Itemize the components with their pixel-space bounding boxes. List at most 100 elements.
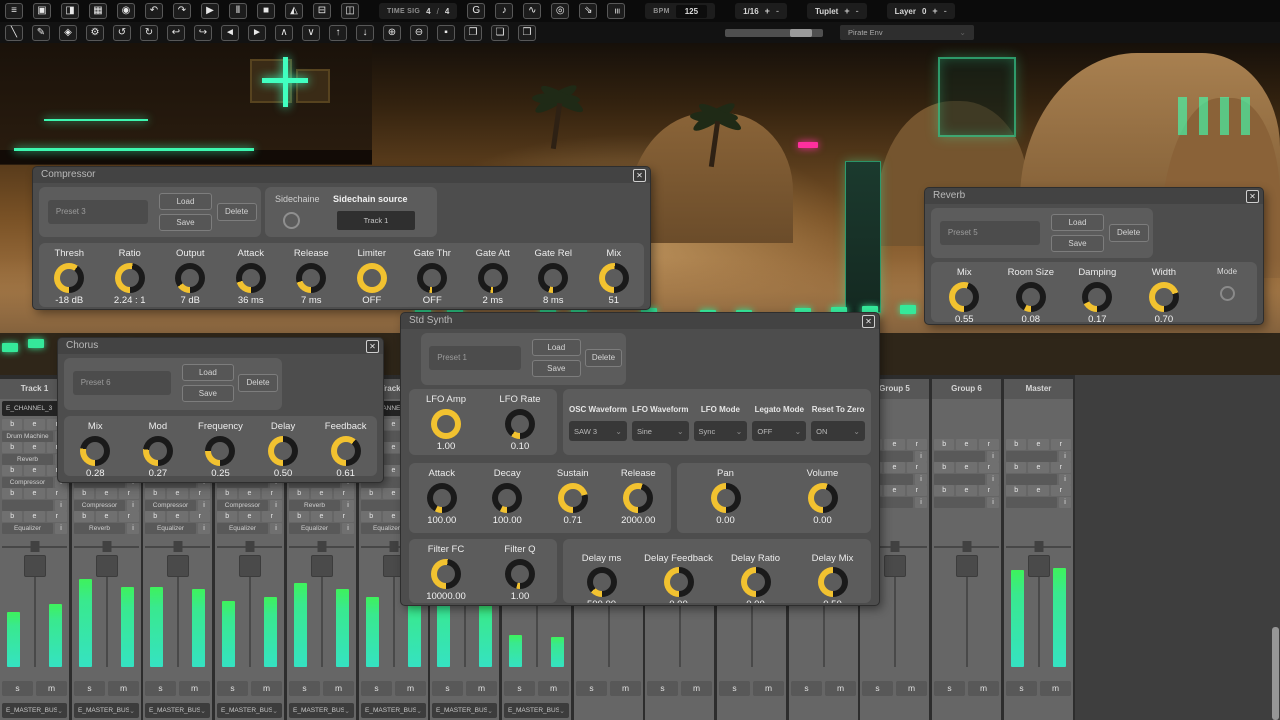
plugin-bypass-button[interactable]: b <box>2 465 23 476</box>
sidechain-toggle[interactable] <box>283 212 300 229</box>
plugin-bypass-button[interactable]: b <box>145 511 166 522</box>
plugin-remove-button[interactable]: r <box>978 439 999 450</box>
plugin-remove-button[interactable]: r <box>46 511 67 522</box>
pan-handle[interactable] <box>962 541 971 552</box>
pan-slider[interactable] <box>217 541 282 552</box>
plugin-bypass-button[interactable]: b <box>145 488 166 499</box>
tuplet-control[interactable]: Tuplet + - <box>806 3 867 19</box>
knob-dial[interactable] <box>80 436 111 466</box>
knob-dial[interactable] <box>426 483 457 513</box>
timeline-slider-thumb[interactable] <box>789 28 812 37</box>
delete-button[interactable]: Delete <box>216 203 257 221</box>
knob-dial[interactable] <box>54 263 85 293</box>
refresh-cw-button[interactable]: ↻ <box>140 24 158 41</box>
pan-slider[interactable] <box>145 541 210 552</box>
plugin-remove-button[interactable]: r <box>118 511 139 522</box>
plugin-info-button[interactable]: i <box>198 523 210 534</box>
split-vertical-button[interactable]: ◫ <box>341 3 359 19</box>
plugin-info-button[interactable]: i <box>1059 474 1071 485</box>
plugin-edit-button[interactable]: e <box>956 439 977 450</box>
plugin-bypass-button[interactable]: b <box>289 511 310 522</box>
load-button[interactable]: Load <box>181 364 235 381</box>
plugin-info-button[interactable]: i <box>342 523 354 534</box>
output-bus-dropdown[interactable]: E_MASTER_BUS ⌄ <box>2 703 67 718</box>
mute-button[interactable]: m <box>538 681 569 696</box>
layer-increase-button[interactable]: + <box>932 6 937 16</box>
plugin-edit-button[interactable]: e <box>24 419 45 430</box>
fader-handle[interactable] <box>95 555 118 577</box>
output-bus-dropdown[interactable]: E_MASTER_BUS ⌄ <box>74 703 139 718</box>
knob-dial[interactable] <box>1082 282 1113 312</box>
environment-selector[interactable]: Pirate Env ⌄ <box>840 25 974 40</box>
eraser-button[interactable]: ◈ <box>59 24 77 41</box>
fader-handle[interactable] <box>1027 555 1050 577</box>
plugin-edit-button[interactable]: e <box>1028 462 1049 473</box>
plugin-remove-button[interactable]: r <box>333 488 354 499</box>
plugin-edit-button[interactable]: e <box>24 511 45 522</box>
plugin-edit-button[interactable]: e <box>1028 485 1049 496</box>
plugin-info-button[interactable]: i <box>270 523 282 534</box>
move-down-button[interactable]: ↓ <box>356 24 374 41</box>
timeline-slider[interactable] <box>725 28 823 37</box>
mute-button[interactable]: m <box>466 681 497 696</box>
knob-dial[interactable] <box>538 263 569 293</box>
plugin-edit-button[interactable]: e <box>884 439 905 450</box>
vertical-scrollbar[interactable] <box>1272 627 1279 720</box>
plugin-bypass-button[interactable]: b <box>2 442 23 453</box>
plugin-info-button[interactable]: i <box>987 497 999 508</box>
plugin-bypass-button[interactable]: b <box>217 511 238 522</box>
nav-left-button[interactable]: ◄ <box>221 24 239 41</box>
fader-handle[interactable] <box>238 555 261 577</box>
plugin-bypass-button[interactable]: b <box>361 511 382 522</box>
play-button[interactable]: ▶ <box>201 3 219 19</box>
plugin-remove-button[interactable]: r <box>978 485 999 496</box>
knob-dial[interactable] <box>710 483 741 513</box>
division-decrease-button[interactable]: - <box>776 6 779 16</box>
knob-dial[interactable] <box>477 263 508 293</box>
plugin-edit-button[interactable]: e <box>96 511 117 522</box>
knob-dial[interactable] <box>356 263 387 293</box>
window-titlebar[interactable]: Compressor ✕ <box>33 167 650 183</box>
mute-button[interactable]: m <box>1040 681 1071 696</box>
knob-dial[interactable] <box>598 263 629 293</box>
window-titlebar[interactable]: Std Synth ✕ <box>401 313 879 329</box>
plugin-info-button[interactable]: i <box>127 500 139 511</box>
solo-button[interactable]: s <box>217 681 248 696</box>
mute-button[interactable]: m <box>36 681 67 696</box>
pan-handle[interactable] <box>173 541 182 552</box>
split-horizontal-button[interactable]: ⊟ <box>313 3 331 19</box>
plugin-info-button[interactable]: i <box>342 500 354 511</box>
nav-up-button[interactable]: ∧ <box>275 24 293 41</box>
plugin-bypass-button[interactable]: b <box>361 488 382 499</box>
menu-button[interactable]: ≡ <box>5 3 23 19</box>
mute-button[interactable]: m <box>323 681 354 696</box>
solo-button[interactable]: s <box>432 681 463 696</box>
division-control[interactable]: 1/16 + - <box>735 3 787 19</box>
output-bus-dropdown[interactable]: E_MASTER_BUS ⌄ <box>289 703 354 718</box>
mute-button[interactable]: m <box>825 681 856 696</box>
plugin-remove-button[interactable]: r <box>46 488 67 499</box>
preset-name-field[interactable]: Preset 5 <box>939 221 1040 245</box>
solo-button[interactable]: s <box>934 681 965 696</box>
paste-button[interactable]: ❏ <box>491 24 509 41</box>
solo-button[interactable]: s <box>2 681 33 696</box>
metronome-button[interactable]: ◭ <box>285 3 303 19</box>
plugin-remove-button[interactable]: r <box>906 462 927 473</box>
preset-name-field[interactable]: Preset 3 <box>47 200 148 224</box>
grid-button[interactable]: ▦ <box>89 3 107 19</box>
knob-dial[interactable] <box>142 436 173 466</box>
plugin-bypass-button[interactable]: b <box>74 511 95 522</box>
plugin-info-button[interactable]: i <box>987 451 999 462</box>
plugin-bypass-button[interactable]: b <box>934 462 955 473</box>
solo-button[interactable]: s <box>719 681 750 696</box>
plugin-edit-button[interactable]: e <box>1028 439 1049 450</box>
knob-dial[interactable] <box>417 263 448 293</box>
plugin-remove-button[interactable]: r <box>333 511 354 522</box>
refresh-ccw-button[interactable]: ↺ <box>113 24 131 41</box>
copy-button[interactable]: ❐ <box>464 24 482 41</box>
plugin-edit-button[interactable]: e <box>167 511 188 522</box>
knob-dial[interactable] <box>663 567 694 597</box>
plugin-bypass-button[interactable]: b <box>2 488 23 499</box>
mute-button[interactable]: m <box>395 681 426 696</box>
output-bus-dropdown[interactable]: E_MASTER_BUS ⌄ <box>361 703 426 718</box>
